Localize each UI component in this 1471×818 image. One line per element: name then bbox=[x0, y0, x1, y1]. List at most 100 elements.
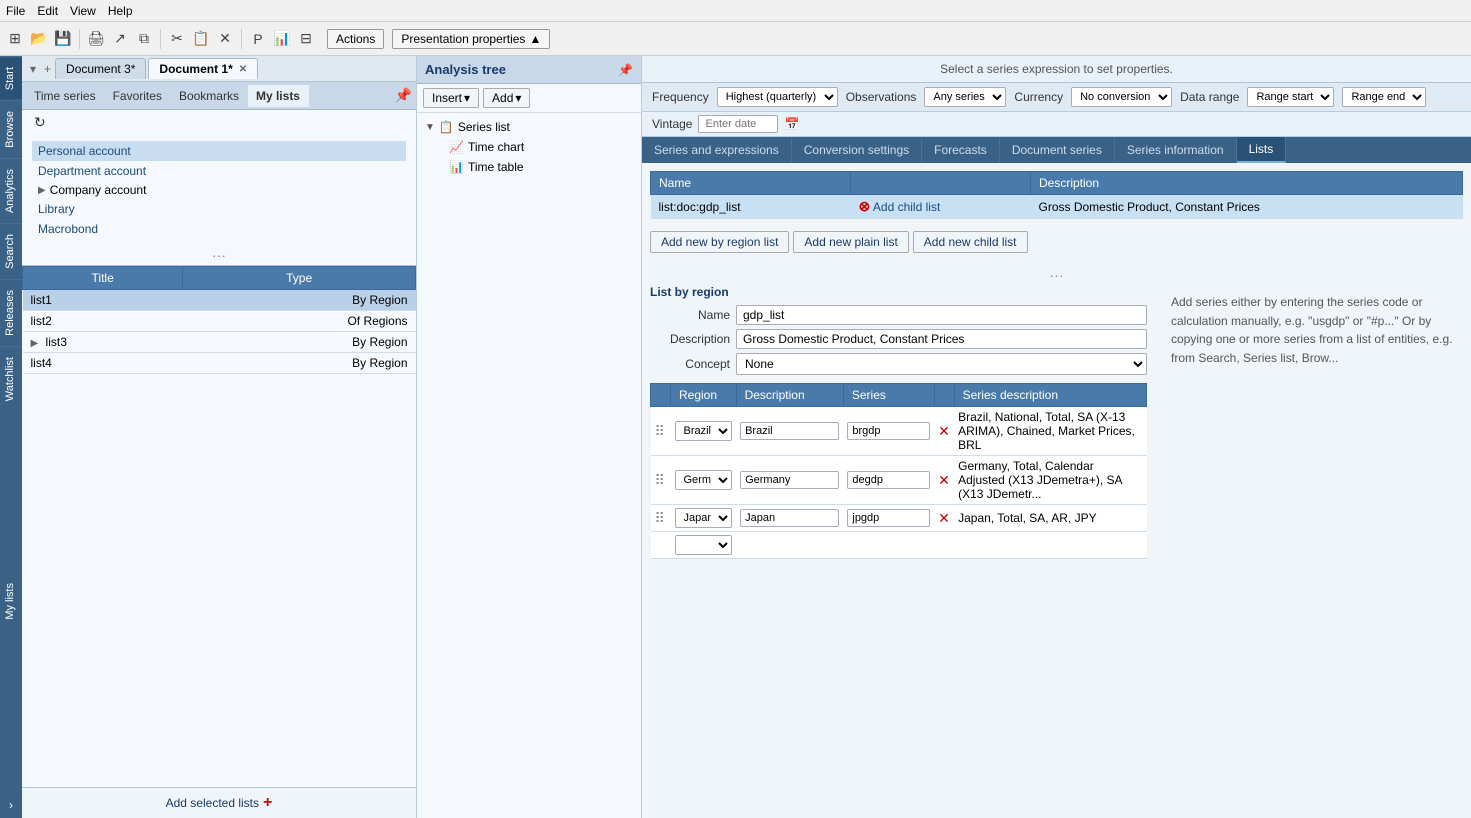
sub-tab-series-info[interactable]: Series information bbox=[1115, 138, 1237, 162]
side-tab-analytics[interactable]: Analytics bbox=[0, 158, 22, 223]
list-row-4[interactable]: list4 By Region bbox=[23, 353, 416, 374]
view-p-icon[interactable]: P bbox=[247, 28, 269, 50]
form-description-input[interactable] bbox=[736, 329, 1147, 349]
menu-help[interactable]: Help bbox=[108, 4, 133, 18]
vintage-input[interactable] bbox=[698, 115, 778, 133]
japan-desc-input[interactable] bbox=[740, 509, 839, 527]
tree-insert-button[interactable]: Insert ▾ bbox=[423, 88, 479, 108]
region-row-brazil-drag[interactable]: ⠿ bbox=[651, 407, 671, 456]
doc-tab-doc1-close[interactable]: ✕ bbox=[239, 64, 247, 75]
analysis-tree-panel: Analysis tree 📌 Insert ▾ Add ▾ ▼ 📋 Serie… bbox=[417, 56, 642, 818]
tree-series-list[interactable]: ▼ 📋 Series list bbox=[417, 117, 641, 137]
side-tab-start[interactable]: Start bbox=[0, 56, 22, 100]
add-selected-lists-button[interactable]: Add selected lists + bbox=[22, 787, 416, 818]
sub-tab-document-series[interactable]: Document series bbox=[1000, 138, 1115, 162]
doc-tab-doc3[interactable]: Document 3* bbox=[55, 58, 146, 79]
doc-tab-nav-arrow[interactable]: ▾ bbox=[26, 60, 40, 78]
analysis-tree-title: Analysis tree bbox=[425, 62, 618, 77]
save-icon[interactable]: 💾 bbox=[52, 28, 74, 50]
brazil-region-select[interactable]: Brazil bbox=[675, 421, 733, 441]
brazil-desc-input[interactable] bbox=[740, 422, 839, 440]
tree-add-button[interactable]: Add ▾ bbox=[483, 88, 530, 108]
account-library[interactable]: Library bbox=[32, 199, 406, 219]
analysis-tree-header: Analysis tree 📌 bbox=[417, 56, 641, 84]
sub-tab-conversion[interactable]: Conversion settings bbox=[792, 138, 922, 162]
tab-my-lists-label: My lists bbox=[256, 89, 300, 103]
germany-desc-input[interactable] bbox=[740, 471, 839, 489]
add-child-list-button[interactable]: Add new child list bbox=[913, 231, 1028, 253]
menu-view[interactable]: View bbox=[70, 4, 96, 18]
rp-list-row-1[interactable]: list:doc:gdp_list ⊗ Add child list Gross… bbox=[651, 195, 1463, 219]
region-row-germany-region: Germany bbox=[671, 456, 737, 505]
form-name-input[interactable] bbox=[736, 305, 1147, 325]
frequency-select[interactable]: Highest (quarterly) bbox=[717, 87, 838, 107]
copy-icon[interactable]: ⧉ bbox=[133, 28, 155, 50]
account-company[interactable]: ▶ Company account bbox=[32, 181, 406, 199]
region-row-germany-remove[interactable]: ✕ bbox=[934, 456, 954, 505]
form-concept-select[interactable]: None bbox=[736, 353, 1147, 375]
reload-button[interactable]: ↻ bbox=[30, 110, 50, 134]
account-macrobond[interactable]: Macrobond bbox=[32, 219, 406, 239]
delete-icon[interactable]: ✕ bbox=[214, 28, 236, 50]
region-row-brazil-remove[interactable]: ✕ bbox=[934, 407, 954, 456]
data-range-start-select[interactable]: Range start bbox=[1247, 87, 1334, 107]
list-row-2[interactable]: list2 Of Regions bbox=[23, 311, 416, 332]
side-tab-search[interactable]: Search bbox=[0, 223, 22, 279]
share-icon[interactable]: ↗ bbox=[109, 28, 131, 50]
chart-icon[interactable]: 📊 bbox=[271, 28, 293, 50]
tab-my-lists[interactable]: My lists bbox=[248, 85, 309, 107]
vintage-calendar-icon[interactable]: 📅 bbox=[784, 117, 799, 131]
japan-region-select[interactable]: Japan bbox=[675, 508, 733, 528]
list-row-3[interactable]: ▶ list3 By Region bbox=[23, 332, 416, 353]
currency-select[interactable]: No conversion bbox=[1071, 87, 1172, 107]
sub-tab-forecasts[interactable]: Forecasts bbox=[922, 138, 1000, 162]
region-row-germany-drag[interactable]: ⠿ bbox=[651, 456, 671, 505]
rp-list-row-1-add-child[interactable]: Add child list bbox=[873, 200, 940, 214]
drag-handle-brazil: ⠿ bbox=[655, 423, 665, 439]
germany-region-select[interactable]: Germany bbox=[675, 470, 733, 490]
list-row-1[interactable]: list1 By Region bbox=[23, 290, 416, 311]
add-plain-list-button[interactable]: Add new plain list bbox=[793, 231, 908, 253]
empty-region-select[interactable] bbox=[675, 535, 733, 555]
tree-time-chart[interactable]: 📈 Time chart bbox=[417, 137, 641, 157]
analysis-tree-pin[interactable]: 📌 bbox=[618, 63, 633, 77]
menu-edit[interactable]: Edit bbox=[37, 4, 58, 18]
tab-favorites[interactable]: Favorites bbox=[105, 85, 171, 107]
region-row-japan-drag[interactable]: ⠿ bbox=[651, 505, 671, 532]
brazil-series-input[interactable] bbox=[847, 422, 930, 440]
sub-tab-series-expressions[interactable]: Series and expressions bbox=[642, 138, 792, 162]
table-icon[interactable]: ⊟ bbox=[295, 28, 317, 50]
print-icon[interactable]: 🖨 bbox=[85, 28, 107, 50]
region-row-japan-remove[interactable]: ✕ bbox=[934, 505, 954, 532]
paste-icon[interactable]: 📋 bbox=[190, 28, 212, 50]
sub-tab-series-info-label: Series information bbox=[1127, 143, 1224, 157]
japan-series-input[interactable] bbox=[847, 509, 930, 527]
open-icon[interactable]: 📂 bbox=[28, 28, 50, 50]
left-panel-pin[interactable]: 📌 bbox=[395, 87, 412, 104]
germany-series-input[interactable] bbox=[847, 471, 930, 489]
sub-tab-lists[interactable]: Lists bbox=[1237, 137, 1287, 163]
account-personal[interactable]: Personal account bbox=[32, 141, 406, 161]
cut-icon[interactable]: ✂ bbox=[166, 28, 188, 50]
side-expand-btn[interactable]: › bbox=[0, 792, 22, 818]
doc-tab-nav-plus[interactable]: + bbox=[40, 60, 55, 78]
observations-select[interactable]: Any series bbox=[924, 87, 1006, 107]
side-tab-mylists[interactable]: My lists bbox=[0, 573, 22, 630]
add-by-region-button[interactable]: Add new by region list bbox=[650, 231, 789, 253]
list-row-3-arrow[interactable]: ▶ bbox=[31, 338, 39, 349]
new-icon[interactable]: ⊞ bbox=[4, 28, 26, 50]
data-range-end-select[interactable]: Range end bbox=[1342, 87, 1426, 107]
side-tab-watchlist[interactable]: Watchlist bbox=[0, 346, 22, 411]
doc-tab-doc1[interactable]: Document 1* ✕ bbox=[148, 58, 258, 79]
account-department[interactable]: Department account bbox=[32, 161, 406, 181]
side-tab-releases[interactable]: Releases bbox=[0, 279, 22, 346]
resize-handle[interactable]: ··· bbox=[22, 245, 416, 265]
rp-list-row-1-remove[interactable]: ⊗ bbox=[859, 198, 871, 214]
tab-bookmarks[interactable]: Bookmarks bbox=[171, 85, 248, 107]
presentation-properties-button[interactable]: Presentation properties ▲ bbox=[392, 29, 550, 49]
tab-time-series[interactable]: Time series bbox=[26, 85, 105, 107]
actions-button[interactable]: Actions bbox=[327, 29, 384, 49]
menu-file[interactable]: File bbox=[6, 4, 25, 18]
tree-time-table[interactable]: 📊 Time table bbox=[417, 157, 641, 177]
side-tab-browse[interactable]: Browse bbox=[0, 100, 22, 158]
